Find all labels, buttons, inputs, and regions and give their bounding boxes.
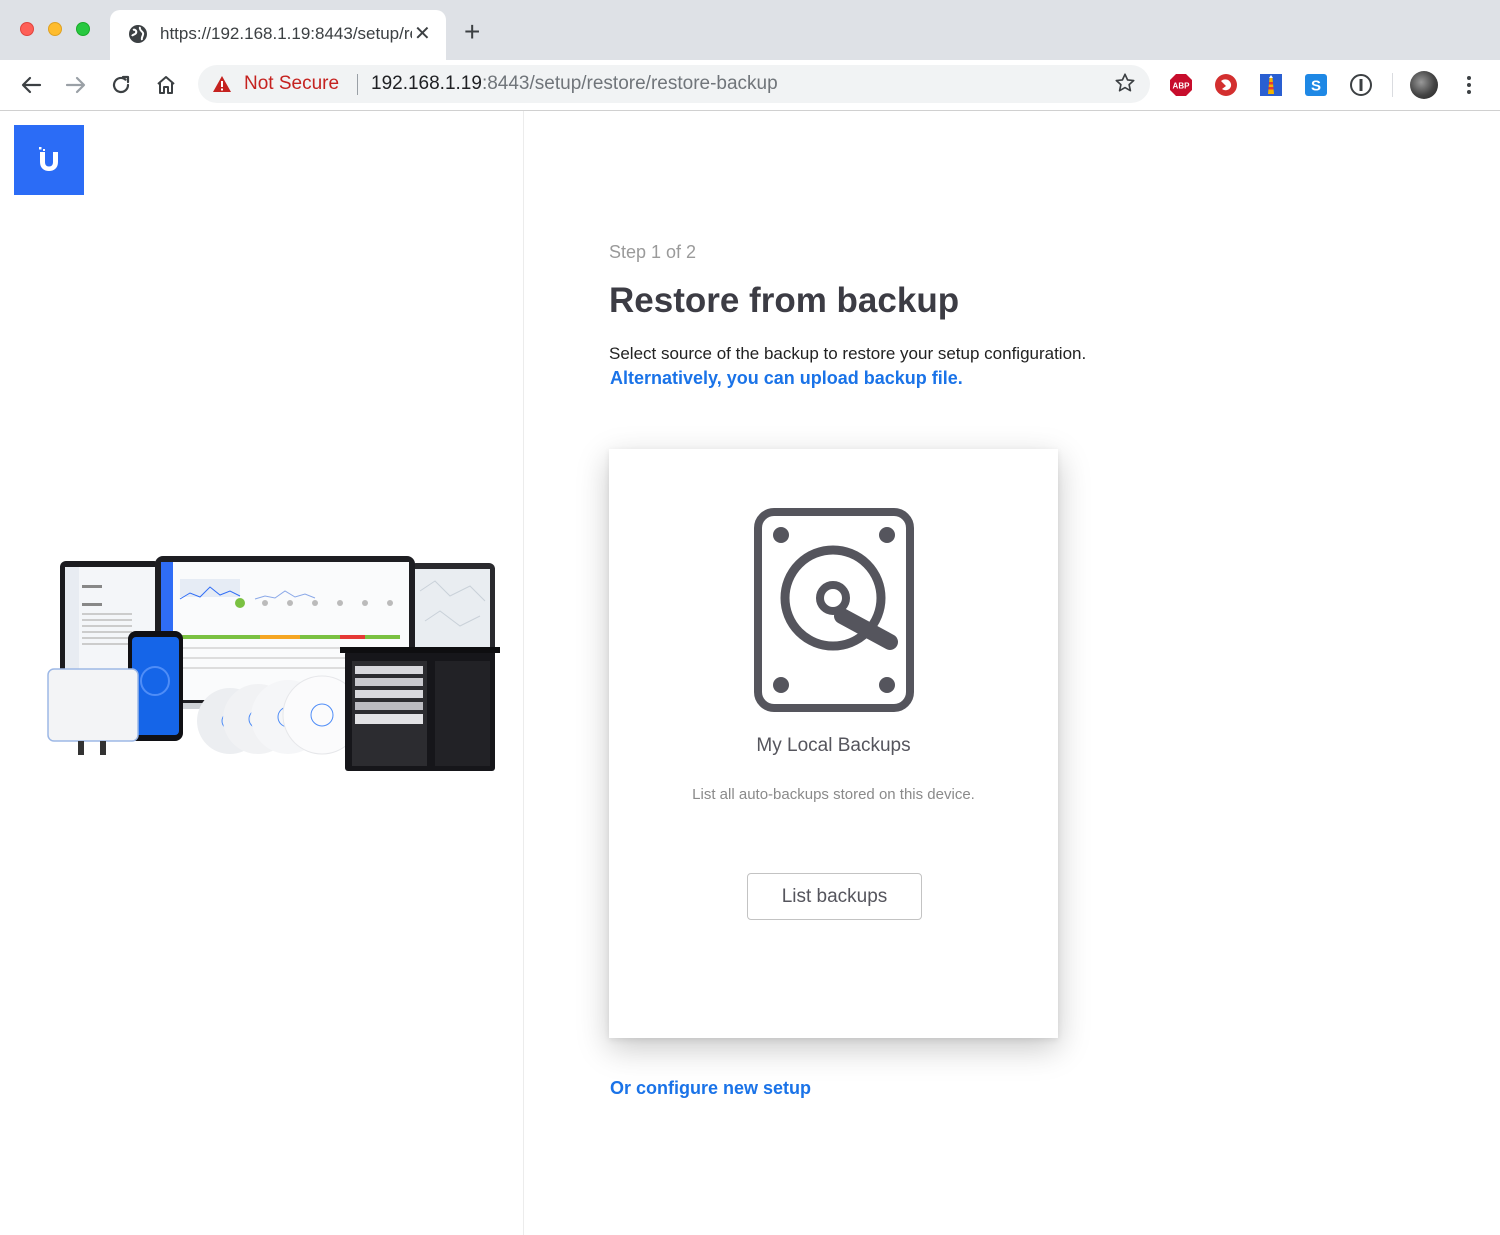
- card-subtitle: List all auto-backups stored on this dev…: [692, 786, 975, 803]
- address-bar[interactable]: Not Secure 192.168.1.19:8443/setup/resto…: [198, 65, 1150, 103]
- toolbar-separator: [1392, 73, 1393, 97]
- adblock-plus-icon[interactable]: ABP: [1169, 73, 1193, 97]
- close-window-button[interactable]: [20, 22, 34, 36]
- home-icon[interactable]: [153, 72, 179, 98]
- page-title: Restore from backup: [609, 281, 960, 320]
- forward-arrow-icon[interactable]: [63, 72, 89, 98]
- local-backups-card: My Local Backups List all auto-backups s…: [609, 449, 1058, 1038]
- globe-icon: [128, 24, 148, 49]
- skype-label: S: [1311, 78, 1321, 95]
- ubiquiti-u-icon: [39, 147, 58, 171]
- lastpass-like-icon[interactable]: [1214, 73, 1238, 97]
- ubiquiti-logo[interactable]: [14, 125, 84, 195]
- back-arrow-icon[interactable]: [18, 72, 44, 98]
- more-menu-icon[interactable]: [1462, 73, 1476, 102]
- tab-strip: https://192.168.1.19:8443/setup/restore/…: [0, 0, 1500, 60]
- bookmark-star-icon[interactable]: [1114, 72, 1136, 99]
- minimize-window-button[interactable]: [48, 22, 62, 36]
- hard-drive-icon: [754, 508, 914, 712]
- warning-icon[interactable]: [212, 75, 232, 98]
- step-indicator: Step 1 of 2: [609, 242, 697, 262]
- page-content: Step 1 of 2 Restore from backup Select s…: [0, 111, 1500, 1235]
- address-separator: [357, 74, 358, 95]
- upload-backup-link[interactable]: Alternatively, you can upload backup fil…: [610, 368, 963, 389]
- skype-icon[interactable]: S: [1304, 73, 1328, 97]
- list-backups-button[interactable]: List backups: [747, 873, 922, 920]
- adblock-label: ABP: [1173, 82, 1191, 91]
- lighthouse-icon[interactable]: [1259, 73, 1283, 97]
- card-title: My Local Backups: [756, 735, 911, 756]
- active-tab[interactable]: https://192.168.1.19:8443/setup/restore/…: [110, 10, 446, 60]
- reload-icon[interactable]: [108, 72, 134, 98]
- tab-title: https://192.168.1.19:8443/setup/restore/…: [160, 24, 412, 43]
- zoom-window-button[interactable]: [76, 22, 90, 36]
- product-devices-illustration: [47, 556, 500, 771]
- new-tab-button[interactable]: +: [464, 18, 480, 46]
- onepassword-icon[interactable]: [1349, 73, 1373, 97]
- browser-toolbar: Not Secure 192.168.1.19:8443/setup/resto…: [0, 60, 1500, 111]
- url-host: 192.168.1.19: [371, 73, 482, 94]
- security-status[interactable]: Not Secure: [244, 73, 339, 95]
- profile-avatar[interactable]: [1410, 71, 1438, 99]
- left-panel: [0, 111, 524, 1235]
- url-text[interactable]: 192.168.1.19:8443/setup/restore/restore-…: [371, 73, 778, 95]
- tab-close-icon[interactable]: ✕: [414, 22, 431, 46]
- page-description: Select source of the backup to restore y…: [609, 344, 1087, 363]
- url-path: :8443/setup/restore/restore-backup: [481, 73, 778, 94]
- configure-new-setup-link[interactable]: Or configure new setup: [610, 1078, 811, 1099]
